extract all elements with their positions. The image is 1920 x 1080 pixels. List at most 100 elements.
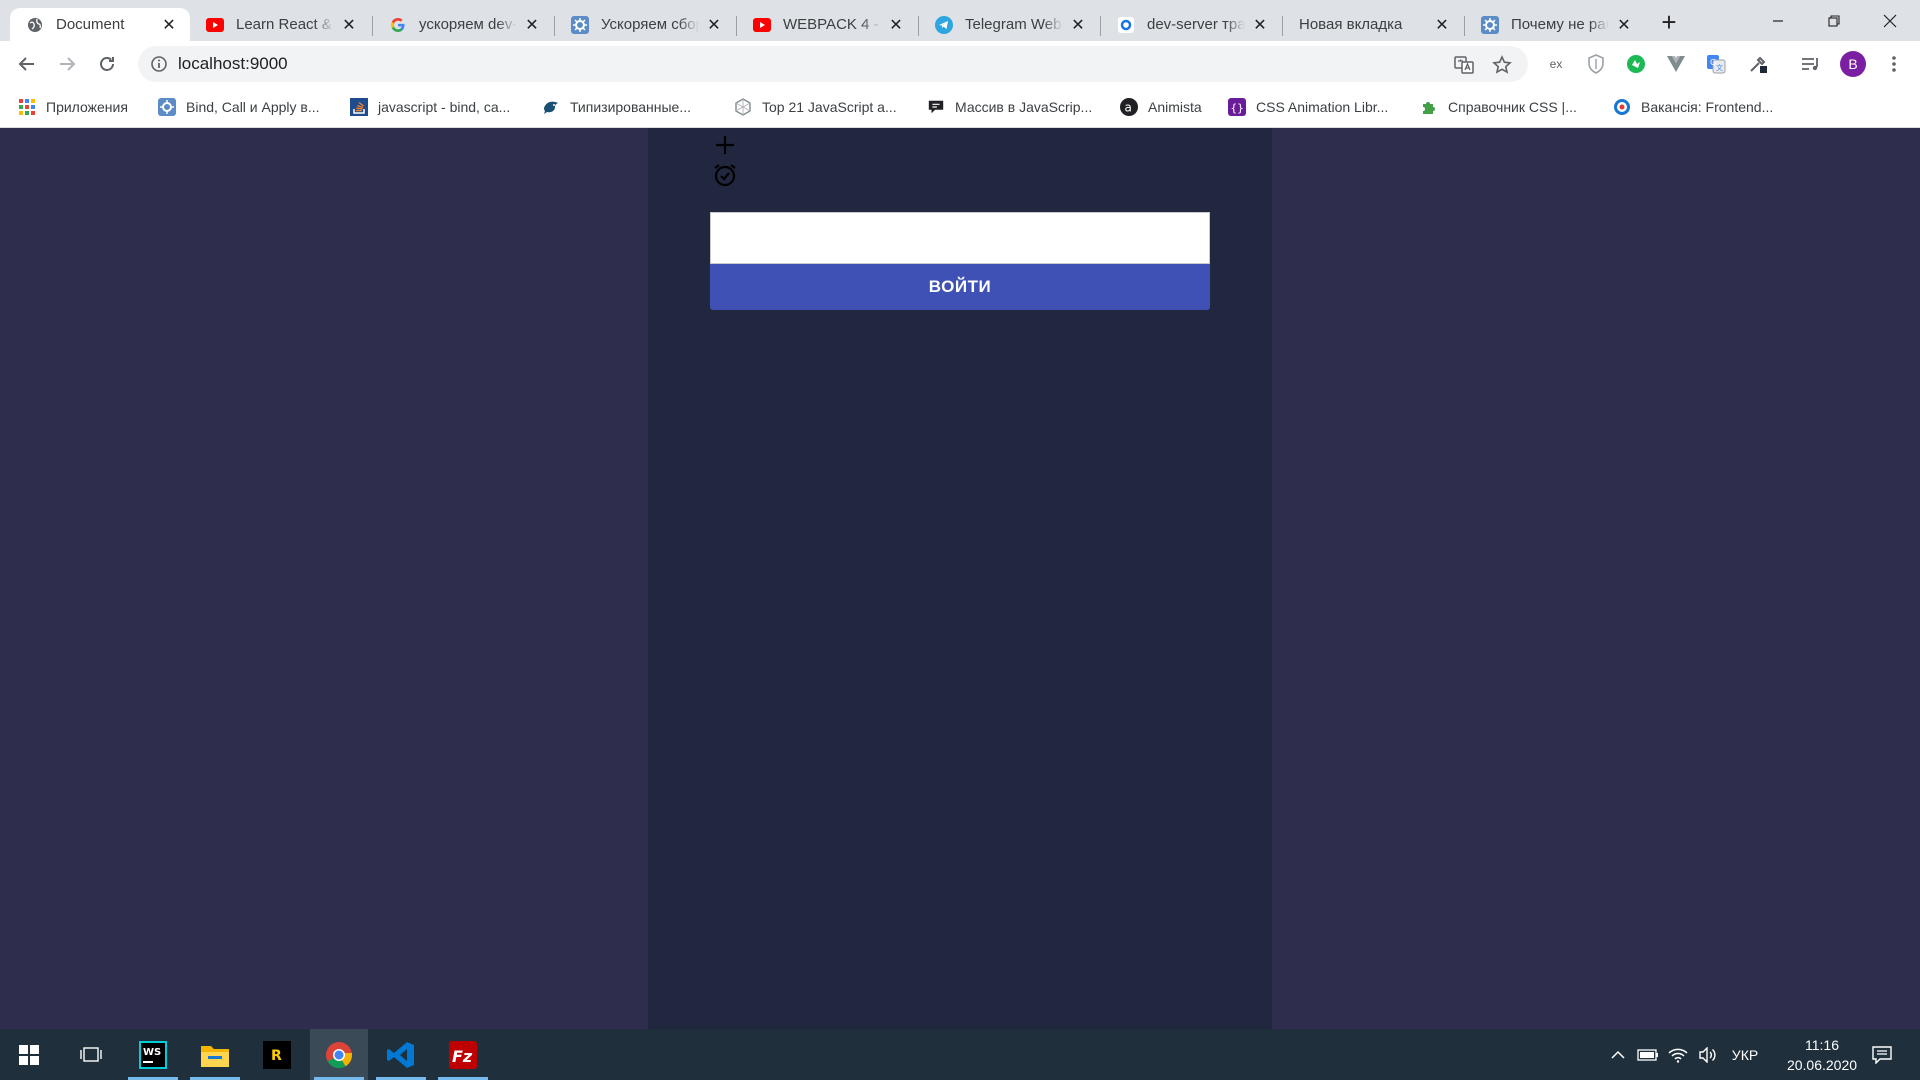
tab-why-not-working[interactable]: Почему не работает ✕ — [1465, 8, 1645, 41]
svg-text:文: 文 — [1716, 63, 1723, 72]
gear-badge-icon — [1481, 15, 1499, 34]
wifi-icon[interactable] — [1664, 1029, 1692, 1080]
bookmark-css-animation-library[interactable]: {} CSS Animation Libr... — [1228, 96, 1388, 118]
bookmark-javascript-bind[interactable]: javascript - bind, ca... — [350, 96, 510, 118]
eyedropper-icon[interactable] — [1747, 53, 1769, 75]
minimize-button[interactable] — [1750, 0, 1806, 41]
info-icon[interactable] — [150, 55, 168, 73]
volume-icon[interactable] — [1694, 1029, 1722, 1080]
tab-learn-react[interactable]: Learn React & Redux ✕ — [190, 8, 370, 41]
chrome-icon — [326, 1041, 353, 1068]
bookmark-apps[interactable]: Приложения — [18, 96, 128, 118]
youtube-icon — [753, 16, 771, 34]
tray-chevron-up-icon[interactable] — [1604, 1029, 1632, 1080]
bookmark-star-icon[interactable] — [1492, 55, 1512, 75]
bookmark-typed-arrays[interactable]: Типизированные... — [542, 96, 691, 118]
login-button[interactable]: ВОЙТИ — [710, 264, 1210, 310]
taskbar-vscode[interactable] — [372, 1029, 430, 1080]
tab-title: Новая вкладка — [1299, 16, 1403, 33]
tab-speedup-build[interactable]: Ускоряем сборку ✕ — [555, 8, 735, 41]
plus-icon[interactable] — [714, 134, 736, 156]
bookmark-label: Типизированные... — [570, 99, 692, 115]
task-view-icon — [80, 1046, 102, 1062]
alarm-clock-icon[interactable] — [712, 162, 738, 188]
bookmark-array-in-javascript[interactable]: Массив в JavaScrip... — [927, 96, 1092, 118]
address-bar[interactable] — [138, 46, 1528, 82]
translate-icon[interactable] — [1454, 55, 1474, 75]
stackoverflow-icon — [350, 98, 368, 116]
taskbar-chrome[interactable] — [310, 1029, 368, 1080]
vue-devtools-icon[interactable] — [1665, 53, 1687, 75]
battery-icon[interactable] — [1634, 1029, 1662, 1080]
close-icon[interactable]: ✕ — [1433, 16, 1451, 34]
bookmark-top-21-javascript[interactable]: Top 21 JavaScript a... — [734, 96, 897, 118]
task-view-button[interactable] — [62, 1029, 120, 1080]
close-icon[interactable]: ✕ — [887, 16, 905, 34]
green-extension-icon[interactable] — [1625, 53, 1647, 75]
taskbar-rider[interactable]: R — [248, 1029, 306, 1080]
close-icon — [1883, 14, 1897, 27]
folder-icon — [201, 1045, 229, 1067]
close-icon[interactable]: ✕ — [523, 16, 541, 34]
tab-dev-server[interactable]: dev-server тратит ✕ — [1101, 8, 1281, 41]
close-icon[interactable]: ✕ — [160, 16, 178, 34]
forward-button[interactable] — [52, 49, 82, 79]
tab-title: Telegram Web — [965, 16, 1062, 33]
bookmark-label: Массив в JavaScrip... — [955, 99, 1093, 115]
target-icon — [1613, 98, 1631, 116]
tab-title: Ускоряем сборку — [601, 16, 699, 33]
tab-strip: Document ✕ Learn React & Redux ✕ ускоряе… — [0, 0, 1920, 41]
extension-ex-icon[interactable]: ex — [1545, 53, 1567, 75]
apps-grid-icon — [18, 98, 36, 116]
bookmark-bind-call-apply[interactable]: Bind, Call и Apply в... — [158, 96, 320, 118]
windows-taskbar: WS R Fz УКР 11:16 20.06.2020 — [0, 1029, 1920, 1080]
bookmark-animista[interactable]: a Animista — [1120, 96, 1202, 118]
youtube-icon — [206, 16, 224, 34]
tab-new-tab[interactable]: Новая вкладка ✕ — [1283, 8, 1463, 41]
login-input[interactable] — [710, 212, 1210, 264]
back-button[interactable] — [12, 49, 42, 79]
svg-text:a: a — [1125, 101, 1132, 115]
start-button[interactable] — [0, 1029, 58, 1080]
bookmark-label: Top 21 JavaScript a... — [762, 99, 897, 115]
close-icon[interactable]: ✕ — [1069, 16, 1087, 34]
profile-avatar[interactable]: B — [1840, 51, 1866, 77]
menu-dots-icon[interactable] — [1883, 53, 1905, 75]
tab-title: ускоряем dev-server — [419, 16, 517, 33]
tab-google-search[interactable]: ускоряем dev-server ✕ — [373, 8, 553, 41]
language-indicator[interactable]: УКР — [1726, 1029, 1764, 1080]
bookmark-label: CSS Animation Libr... — [1256, 99, 1389, 115]
shield-icon[interactable] — [1585, 53, 1607, 75]
url-input[interactable] — [178, 46, 1378, 82]
taskbar-filezilla[interactable]: Fz — [434, 1029, 492, 1080]
hexagon-icon — [734, 98, 752, 116]
tab-title: dev-server тратит — [1147, 16, 1245, 33]
bookmark-vacancy-frontend[interactable]: Вакансія: Frontend... — [1613, 96, 1773, 118]
google-icon — [389, 16, 407, 34]
tab-title: Почему не работает — [1511, 16, 1609, 33]
taskbar-webstorm[interactable]: WS — [124, 1029, 182, 1080]
close-icon[interactable]: ✕ — [1615, 16, 1633, 34]
close-icon[interactable]: ✕ — [1251, 16, 1269, 34]
tab-webpack-video[interactable]: WEBPACK 4 - Установка ✕ — [737, 8, 917, 41]
puzzle-icon — [1420, 98, 1438, 116]
webstorm-icon: WS — [139, 1040, 167, 1069]
media-queue-icon[interactable] — [1800, 53, 1822, 75]
close-icon[interactable]: ✕ — [340, 16, 358, 34]
tab-title: Document — [56, 16, 125, 33]
reload-button[interactable] — [92, 49, 122, 79]
tab-telegram[interactable]: Telegram Web ✕ — [919, 8, 1099, 41]
notifications-icon[interactable] — [1862, 1029, 1902, 1080]
restore-button[interactable] — [1806, 0, 1862, 41]
speech-bubble-icon — [927, 98, 945, 116]
close-icon[interactable]: ✕ — [705, 16, 723, 34]
taskbar-file-explorer[interactable] — [186, 1029, 244, 1080]
browser-toolbar: ex G文 B — [0, 41, 1920, 87]
bookmark-css-reference[interactable]: Справочник CSS |... — [1420, 96, 1577, 118]
tab-document[interactable]: Document ✕ — [10, 8, 190, 41]
bookmark-label: Вакансія: Frontend... — [1641, 99, 1774, 115]
close-window-button[interactable] — [1862, 0, 1918, 41]
arrow-left-icon — [18, 57, 34, 71]
google-translate-icon[interactable]: G文 — [1705, 53, 1727, 75]
new-tab-button[interactable]: + — [1655, 9, 1683, 37]
